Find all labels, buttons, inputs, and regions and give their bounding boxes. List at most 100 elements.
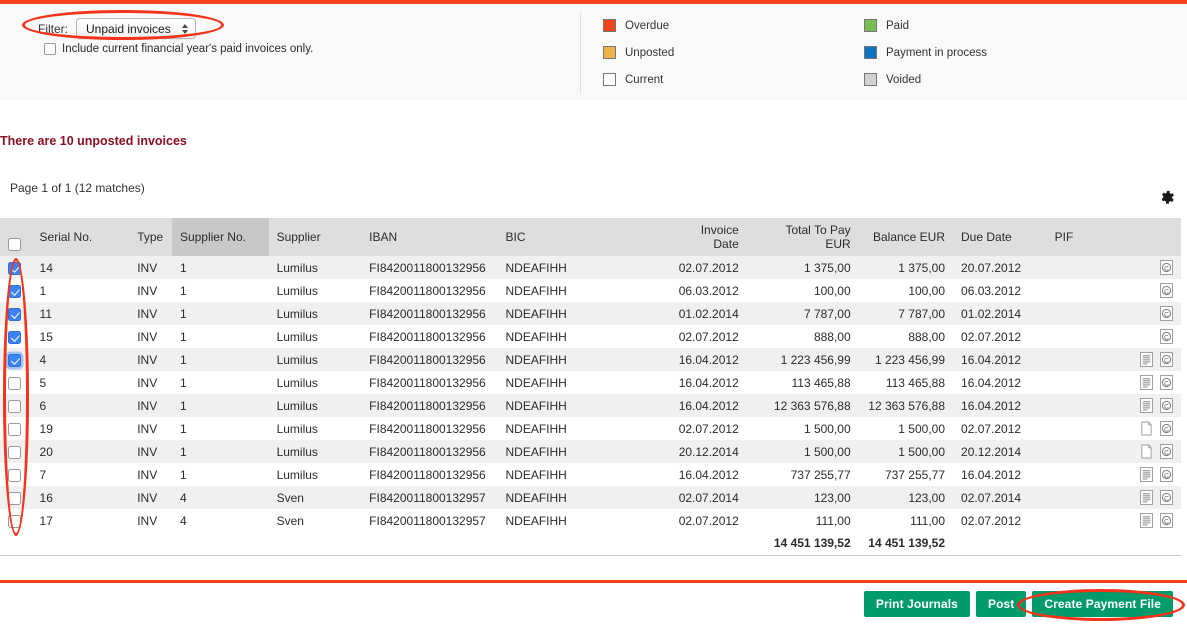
header-serial-no[interactable]: Serial No. — [32, 218, 130, 256]
cell-pif — [1047, 371, 1118, 394]
header-supplier-no[interactable]: Supplier No. — [172, 218, 269, 256]
document-lines-icon[interactable] — [1140, 375, 1153, 390]
header-balance-eur[interactable]: Balance EUR — [859, 218, 953, 256]
circle-c-icon[interactable]: C — [1160, 352, 1173, 367]
row-select-checkbox[interactable] — [8, 423, 21, 436]
post-button[interactable]: Post — [976, 591, 1026, 617]
cell-bic: NDEAFIHH — [497, 256, 665, 279]
cell-balance-eur: 1 375,00 — [859, 256, 953, 279]
cell-type: INV — [129, 325, 172, 348]
row-select-cell — [0, 440, 32, 463]
cell-supplier: Lumilus — [269, 279, 362, 302]
table-row[interactable]: 6INV1LumilusFI8420011800132956NDEAFIHH16… — [0, 394, 1181, 417]
create-payment-file-button[interactable]: Create Payment File — [1032, 591, 1173, 617]
table-row[interactable]: 15INV1LumilusFI8420011800132956NDEAFIHH0… — [0, 325, 1181, 348]
cell-type: INV — [129, 417, 172, 440]
table-row[interactable]: 4INV1LumilusFI8420011800132956NDEAFIHH16… — [0, 348, 1181, 371]
table-row[interactable]: 11INV1LumilusFI8420011800132956NDEAFIHH0… — [0, 302, 1181, 325]
gear-icon[interactable] — [1157, 188, 1176, 207]
include-paid-invoices-label: Include current financial year's paid in… — [62, 43, 313, 55]
header-bic[interactable]: BIC — [497, 218, 665, 256]
header-pif[interactable]: PIF — [1047, 218, 1118, 256]
circle-c-icon[interactable]: C — [1160, 329, 1173, 344]
row-select-checkbox[interactable] — [8, 492, 21, 505]
cell-serial-no: 17 — [32, 509, 130, 532]
cell-bic: NDEAFIHH — [497, 417, 665, 440]
table-row[interactable]: 19INV1LumilusFI8420011800132956NDEAFIHH0… — [0, 417, 1181, 440]
cell-type: INV — [129, 302, 172, 325]
row-select-checkbox[interactable] — [8, 377, 21, 390]
document-lines-icon[interactable] — [1140, 467, 1153, 482]
circle-c-icon[interactable]: C — [1160, 490, 1173, 505]
header-iban[interactable]: IBAN — [361, 218, 497, 256]
cell-pif — [1047, 509, 1118, 532]
table-row[interactable]: 17INV4SvenFI8420011800132957NDEAFIHH02.0… — [0, 509, 1181, 532]
document-lines-icon[interactable] — [1140, 398, 1153, 413]
row-select-checkbox[interactable] — [8, 331, 21, 344]
row-select-checkbox[interactable] — [8, 515, 21, 528]
cell-type: INV — [129, 348, 172, 371]
table-row[interactable]: 20INV1LumilusFI8420011800132956NDEAFIHH2… — [0, 440, 1181, 463]
cell-pif — [1047, 302, 1118, 325]
totals-empty-cell — [497, 532, 665, 555]
totals-empty-cell — [1118, 532, 1181, 555]
cell-supplier-no: 1 — [172, 371, 269, 394]
table-row[interactable]: 14INV1LumilusFI8420011800132956NDEAFIHH0… — [0, 256, 1181, 279]
row-select-checkbox[interactable] — [8, 285, 21, 298]
include-paid-invoices-checkbox[interactable] — [44, 43, 56, 55]
cell-bic: NDEAFIHH — [497, 394, 665, 417]
circle-c-icon[interactable]: C — [1160, 375, 1173, 390]
document-lines-icon[interactable] — [1140, 352, 1153, 367]
row-select-checkbox[interactable] — [8, 354, 21, 367]
cell-invoice-date: 16.04.2012 — [665, 348, 746, 371]
cell-type: INV — [129, 371, 172, 394]
row-select-checkbox[interactable] — [8, 400, 21, 413]
print-journals-button[interactable]: Print Journals — [864, 591, 970, 617]
header-due-date[interactable]: Due Date — [953, 218, 1047, 256]
svg-text:C: C — [1164, 380, 1169, 387]
cell-due-date: 20.12.2014 — [953, 440, 1047, 463]
legend-item-paid: Paid — [864, 12, 987, 39]
header-total-to-pay[interactable]: Total To Pay EUR — [747, 218, 859, 256]
row-actions-cell: C — [1118, 417, 1181, 440]
header-type[interactable]: Type — [129, 218, 172, 256]
invoice-table-head: Serial No. Type Supplier No. Supplier IB… — [0, 218, 1181, 256]
legend-column-left: Overdue Unposted Current — [603, 12, 674, 93]
cell-type: INV — [129, 394, 172, 417]
table-row[interactable]: 7INV1LumilusFI8420011800132956NDEAFIHH16… — [0, 463, 1181, 486]
document-blank-icon[interactable] — [1140, 444, 1153, 459]
filter-select[interactable]: Unpaid invoices — [76, 18, 196, 39]
table-row[interactable]: 5INV1LumilusFI8420011800132956NDEAFIHH16… — [0, 371, 1181, 394]
circle-c-icon[interactable]: C — [1160, 283, 1173, 298]
table-row[interactable]: 1INV1LumilusFI8420011800132956NDEAFIHH06… — [0, 279, 1181, 302]
row-select-checkbox[interactable] — [8, 469, 21, 482]
document-blank-icon[interactable] — [1140, 421, 1153, 436]
row-select-checkbox[interactable] — [8, 446, 21, 459]
cell-supplier-no: 1 — [172, 394, 269, 417]
circle-c-icon[interactable]: C — [1160, 467, 1173, 482]
document-lines-icon[interactable] — [1140, 513, 1153, 528]
header-invoice-date[interactable]: Invoice Date — [665, 218, 746, 256]
document-lines-icon[interactable] — [1140, 490, 1153, 505]
cell-supplier-no: 4 — [172, 486, 269, 509]
circle-c-icon[interactable]: C — [1160, 306, 1173, 321]
header-supplier[interactable]: Supplier — [269, 218, 362, 256]
cell-type: INV — [129, 463, 172, 486]
row-select-checkbox[interactable] — [8, 308, 21, 321]
cell-bic: NDEAFIHH — [497, 509, 665, 532]
circle-c-icon[interactable]: C — [1160, 421, 1173, 436]
circle-c-icon[interactable]: C — [1160, 513, 1173, 528]
cell-total-to-pay: 123,00 — [747, 486, 859, 509]
cell-due-date: 02.07.2014 — [953, 486, 1047, 509]
circle-c-icon[interactable]: C — [1160, 260, 1173, 275]
select-all-checkbox[interactable] — [8, 238, 21, 251]
circle-c-icon[interactable]: C — [1160, 398, 1173, 413]
legend-swatch-current — [603, 73, 616, 86]
status-legend: Overdue Unposted Current Paid — [580, 12, 1140, 94]
circle-c-icon[interactable]: C — [1160, 444, 1173, 459]
table-row[interactable]: 16INV4SvenFI8420011800132957NDEAFIHH02.0… — [0, 486, 1181, 509]
cell-serial-no: 4 — [32, 348, 130, 371]
cell-due-date: 02.07.2012 — [953, 509, 1047, 532]
cell-supplier-no: 1 — [172, 256, 269, 279]
row-select-checkbox[interactable] — [8, 262, 21, 275]
